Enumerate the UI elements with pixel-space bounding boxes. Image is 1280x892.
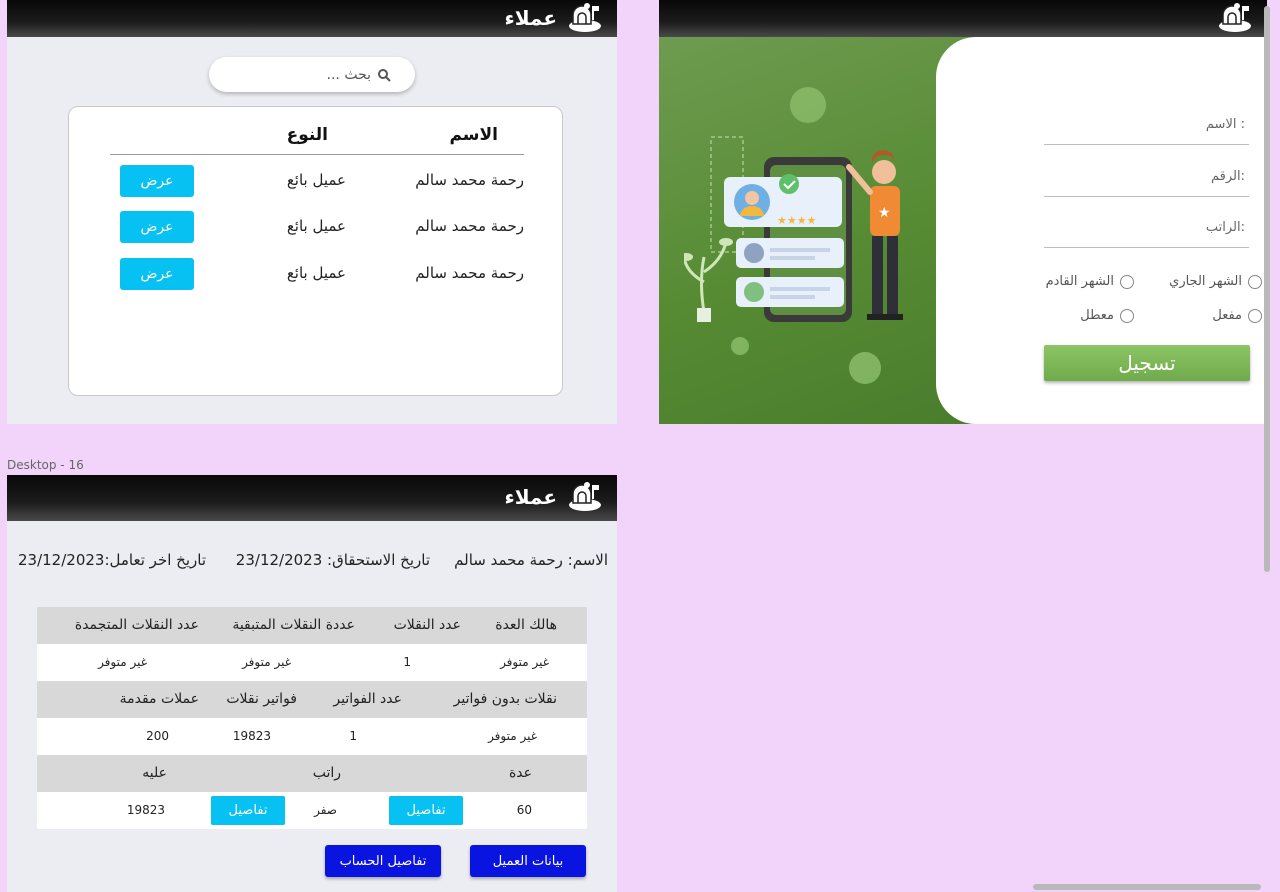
table-row: عدة راتب عليه [37,755,587,792]
mailbox-icon [569,482,601,511]
header-type: النوع [286,125,328,145]
customer-data-button[interactable]: بيانات العميل [470,845,586,877]
salary-field[interactable]: الراتب: [1044,212,1249,248]
radio-active[interactable]: مفعل [1212,308,1262,323]
register-frame: ★★★★ ★ الاسم : الرقم: الراتب: الشهر الجا… [659,0,1267,424]
customer-type: عميل بائع [286,217,346,235]
radio-label: الشهر القادم [1045,274,1114,289]
table-header-cell: عدد النقلات المتجمدة [74,617,199,633]
table-header-cell: عدد الفواتير [333,691,402,707]
details-button[interactable]: تفاصيل [211,796,285,825]
radio-circle-icon [1120,274,1134,289]
radio-circle-icon [1248,274,1262,289]
table-row: غير متوفر 1 غير متوفر غير متوفر [37,644,587,681]
view-button[interactable]: عرض [120,165,194,197]
last-transaction-date: تاريخ اخر تعامل:23/12/2023 [18,551,206,569]
table-row: رحمة محمد سالم عميل بائع عرض [110,258,524,290]
radio-label: الشهر الجاري [1169,274,1242,289]
register-button[interactable]: تسجيل [1044,345,1250,381]
number-field[interactable]: الرقم: [1044,161,1249,197]
customers-list-frame: عملاء بحث ... الاسم النوع رحمة محمد سالم… [7,0,617,424]
mailbox-icon [1219,3,1251,32]
vertical-scrollbar[interactable] [1264,6,1270,572]
table-header-cell: فواتير نقلات [226,691,297,707]
top-bar: عملاء [7,475,617,521]
customer-name: رحمة محمد سالم [415,171,524,189]
brand-title: عملاء [504,485,557,509]
decor-bubble [790,87,826,123]
radio-circle-icon [1120,308,1134,323]
due-date: تاريخ الاستحقاق: 23/12/2023 [235,551,430,569]
search-input[interactable]: بحث ... [209,57,415,92]
account-details-button[interactable]: تفاصيل الحساب [325,845,441,877]
table-cell: غير متوفر [500,655,549,669]
brand [1217,2,1253,34]
svg-text:★★★★: ★★★★ [777,214,817,227]
search-icon [378,68,391,82]
salary-label: الراتب: [1205,220,1245,235]
radio-current-month[interactable]: الشهر الجاري [1169,274,1262,289]
decor-bubble [731,337,749,355]
table-cell: صفر [314,803,337,817]
table-cell: 19823 [232,729,271,743]
table-cell: 1 [403,655,411,669]
radio-label: مفعل [1212,308,1242,323]
customer-type: عميل بائع [286,264,346,282]
illustration-panel: ★★★★ ★ [659,37,979,424]
table-row: رحمة محمد سالم عميل بائع عرض [110,165,524,197]
brand: عملاء [505,481,603,513]
customer-type: عميل بائع [286,171,346,189]
register-form: الاسم : الرقم: الراتب: الشهر الجاري الشه… [936,37,1267,424]
customer-name: رحمة محمد سالم [415,264,524,282]
customer-name: رحمة محمد سالم [415,217,524,235]
mailbox-icon [569,3,601,32]
table-cell: 1 [349,729,357,743]
table-row: هالك العدة عدد النقلات عددة النقلات المت… [37,607,587,644]
table-header-cell: عليه [142,765,167,781]
top-bar [659,0,1267,37]
view-button[interactable]: عرض [120,211,194,243]
header-name: الاسم [449,125,498,145]
radio-circle-icon [1248,308,1262,323]
search-placeholder: بحث ... [326,66,371,83]
customers-table: الاسم النوع رحمة محمد سالم عميل بائع عرض… [68,106,563,396]
table-header-cell: نقلات بدون فواتير [453,691,557,707]
details-button[interactable]: تفاصيل [389,796,463,825]
decor-bubble [849,352,881,384]
horizontal-scrollbar[interactable] [1033,884,1261,890]
frame-label: Desktop - 16 [7,458,84,472]
table-row: رحمة محمد سالم عميل بائع عرض [110,211,524,243]
name-label: الاسم : [1205,117,1245,132]
radio-disabled[interactable]: معطل [1080,308,1134,323]
radio-label: معطل [1080,308,1114,323]
table-header-cell: عملات مقدمة [119,691,199,707]
brand-title: عملاء [504,6,557,30]
table-cell: غير متوفر [488,729,537,743]
table-header-cell: راتب [312,765,341,781]
customer-name: الاسم: رحمة محمد سالم [454,551,608,569]
table-cell: غير متوفر [98,655,147,669]
name-field[interactable]: الاسم : [1044,109,1249,145]
view-button[interactable]: عرض [120,258,194,290]
table-row: غير متوفر 1 19823 200 [37,718,587,755]
top-bar: عملاء [7,0,617,37]
table-header-cell: عدد النقلات [393,617,461,633]
table-header-cell: عددة النقلات المتبقية [232,617,355,633]
table-row: نقلات بدون فواتير عدد الفواتير فواتير نق… [37,681,587,718]
phone-reviews-illustration: ★★★★ ★ [684,136,903,322]
svg-text:★: ★ [878,205,891,221]
table-header-cell: هالك العدة [495,617,557,633]
table-cell: 60 [516,803,532,817]
table-cell: 200 [146,729,169,743]
brand: عملاء [505,2,603,34]
table-header-cell: عدة [508,765,532,781]
number-label: الرقم: [1210,169,1245,184]
table-cell: 19823 [126,803,165,817]
table-row: 60 تفاصيل صفر تفاصيل 19823 [37,792,587,829]
customer-details-frame: عملاء الاسم: رحمة محمد سالم تاريخ الاستح… [7,475,617,892]
radio-next-month[interactable]: الشهر القادم [1046,274,1134,289]
table-header: الاسم النوع [110,117,524,155]
table-cell: غير متوفر [242,655,291,669]
